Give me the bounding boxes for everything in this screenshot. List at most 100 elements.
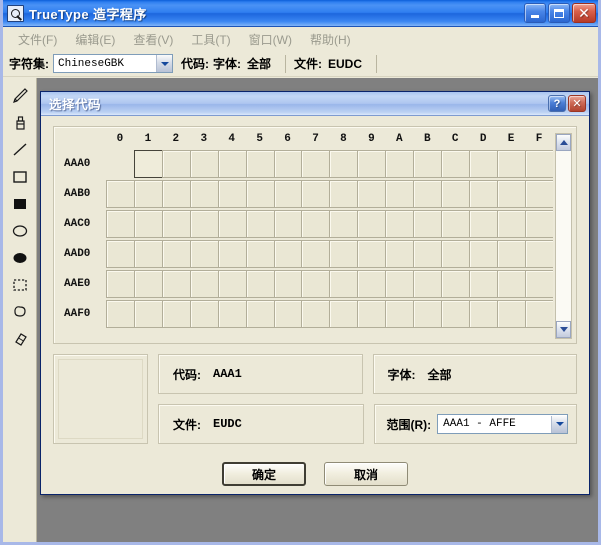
grid-cell-AAF5[interactable]: [246, 300, 275, 328]
grid-cell-AADE[interactable]: [497, 240, 526, 268]
grid-cell-AAC3[interactable]: [190, 210, 219, 238]
grid-cell-AAFE[interactable]: [497, 300, 526, 328]
grid-cell-AAE5[interactable]: [246, 270, 275, 298]
filled-ellipse-tool[interactable]: [7, 248, 33, 268]
grid-cell-AAF7[interactable]: [301, 300, 330, 328]
scroll-down-button[interactable]: [556, 321, 571, 338]
grid-cell-AAAC[interactable]: [441, 150, 470, 178]
grid-cell-AACC[interactable]: [441, 210, 470, 238]
grid-cell-AAD9[interactable]: [357, 240, 386, 268]
grid-cell-AABF[interactable]: [525, 180, 553, 208]
grid-cell-AAA1[interactable]: [134, 150, 163, 178]
grid-cell-AAA8[interactable]: [329, 150, 358, 178]
grid-cell-AAE4[interactable]: [218, 270, 247, 298]
grid-cell-AADB[interactable]: [413, 240, 442, 268]
grid-cell-AAF4[interactable]: [218, 300, 247, 328]
grid-cell-AAD8[interactable]: [329, 240, 358, 268]
menu-help[interactable]: 帮助(H): [301, 28, 360, 51]
grid-cell-AAE7[interactable]: [301, 270, 330, 298]
brush-tool[interactable]: [7, 113, 33, 133]
grid-vertical-scrollbar[interactable]: [555, 133, 572, 339]
grid-cell-AAEE[interactable]: [497, 270, 526, 298]
menu-window[interactable]: 窗口(W): [240, 28, 301, 51]
grid-cell-AACE[interactable]: [497, 210, 526, 238]
grid-cell-AAD2[interactable]: [162, 240, 191, 268]
grid-cell-AAE6[interactable]: [274, 270, 303, 298]
menu-view[interactable]: 查看(V): [124, 28, 182, 51]
grid-cell-AAC5[interactable]: [246, 210, 275, 238]
grid-cell-AAF0[interactable]: [106, 300, 135, 328]
grid-cell-AAC7[interactable]: [301, 210, 330, 238]
grid-cell-AAFD[interactable]: [469, 300, 498, 328]
code-grid[interactable]: 0123456789ABCDEF AAA0AAB0AAC0AAD0AAE0AAF…: [54, 133, 553, 343]
range-combobox[interactable]: AAA1 - AFFE: [437, 414, 568, 434]
grid-cell-AAE9[interactable]: [357, 270, 386, 298]
grid-cell-AAB2[interactable]: [162, 180, 191, 208]
grid-cell-AABD[interactable]: [469, 180, 498, 208]
minimize-button[interactable]: [524, 3, 546, 23]
grid-cell-AABB[interactable]: [413, 180, 442, 208]
chevron-down-icon[interactable]: [156, 55, 172, 72]
grid-cell-AAD0[interactable]: [106, 240, 135, 268]
grid-cell-AAAA[interactable]: [385, 150, 414, 178]
grid-cell-AAF6[interactable]: [274, 300, 303, 328]
grid-cell-AAB8[interactable]: [329, 180, 358, 208]
freeform-select-tool[interactable]: [7, 302, 33, 322]
grid-cell-AAC1[interactable]: [134, 210, 163, 238]
grid-cell-AAB5[interactable]: [246, 180, 275, 208]
grid-cell-AAF9[interactable]: [357, 300, 386, 328]
grid-cell-AACF[interactable]: [525, 210, 553, 238]
grid-cell-AAE1[interactable]: [134, 270, 163, 298]
grid-cell-AAAF[interactable]: [525, 150, 553, 178]
menu-file[interactable]: 文件(F): [9, 28, 66, 51]
grid-cell-AAF2[interactable]: [162, 300, 191, 328]
grid-cell-AAC4[interactable]: [218, 210, 247, 238]
grid-cell-AACA[interactable]: [385, 210, 414, 238]
grid-cell-AADA[interactable]: [385, 240, 414, 268]
grid-cell-AAD4[interactable]: [218, 240, 247, 268]
grid-cell-AAFF[interactable]: [525, 300, 553, 328]
grid-cell-AAFB[interactable]: [413, 300, 442, 328]
grid-cell-AAFA[interactable]: [385, 300, 414, 328]
grid-cell-AAB4[interactable]: [218, 180, 247, 208]
menu-tools[interactable]: 工具(T): [182, 28, 239, 51]
grid-cell-AAED[interactable]: [469, 270, 498, 298]
grid-cell-AAA6[interactable]: [274, 150, 303, 178]
grid-cell-AAA4[interactable]: [218, 150, 247, 178]
grid-cell-AAB3[interactable]: [190, 180, 219, 208]
grid-cell-AABA[interactable]: [385, 180, 414, 208]
grid-cell-AAC0[interactable]: [106, 210, 135, 238]
grid-cell-AAEF[interactable]: [525, 270, 553, 298]
grid-cell-AACB[interactable]: [413, 210, 442, 238]
rect-select-tool[interactable]: [7, 275, 33, 295]
filled-rectangle-tool[interactable]: [7, 194, 33, 214]
grid-cell-AAA2[interactable]: [162, 150, 191, 178]
grid-cell-AAEA[interactable]: [385, 270, 414, 298]
dialog-close-button[interactable]: ✕: [568, 95, 586, 112]
grid-cell-AADD[interactable]: [469, 240, 498, 268]
grid-cell-AABC[interactable]: [441, 180, 470, 208]
grid-cell-AAEB[interactable]: [413, 270, 442, 298]
grid-cell-AAD5[interactable]: [246, 240, 275, 268]
grid-cell-AAB7[interactable]: [301, 180, 330, 208]
grid-cell-AAA7[interactable]: [301, 150, 330, 178]
grid-cell-AADC[interactable]: [441, 240, 470, 268]
grid-cell-AAE3[interactable]: [190, 270, 219, 298]
grid-cell-AAE2[interactable]: [162, 270, 191, 298]
grid-cell-AAE8[interactable]: [329, 270, 358, 298]
grid-cell-AAAE[interactable]: [497, 150, 526, 178]
grid-cell-AAF8[interactable]: [329, 300, 358, 328]
grid-cell-AAC9[interactable]: [357, 210, 386, 238]
grid-cell-AACD[interactable]: [469, 210, 498, 238]
grid-cell-AAA3[interactable]: [190, 150, 219, 178]
grid-cell-AAF3[interactable]: [190, 300, 219, 328]
scrollbar-track[interactable]: [556, 151, 571, 321]
ok-button[interactable]: 确定: [222, 462, 306, 486]
grid-cell-AAC2[interactable]: [162, 210, 191, 238]
grid-cell-AAB0[interactable]: [106, 180, 135, 208]
grid-cell-AAD6[interactable]: [274, 240, 303, 268]
grid-cell-AAF1[interactable]: [134, 300, 163, 328]
grid-cell-AAD1[interactable]: [134, 240, 163, 268]
line-tool[interactable]: [7, 140, 33, 160]
grid-cell-AAC8[interactable]: [329, 210, 358, 238]
